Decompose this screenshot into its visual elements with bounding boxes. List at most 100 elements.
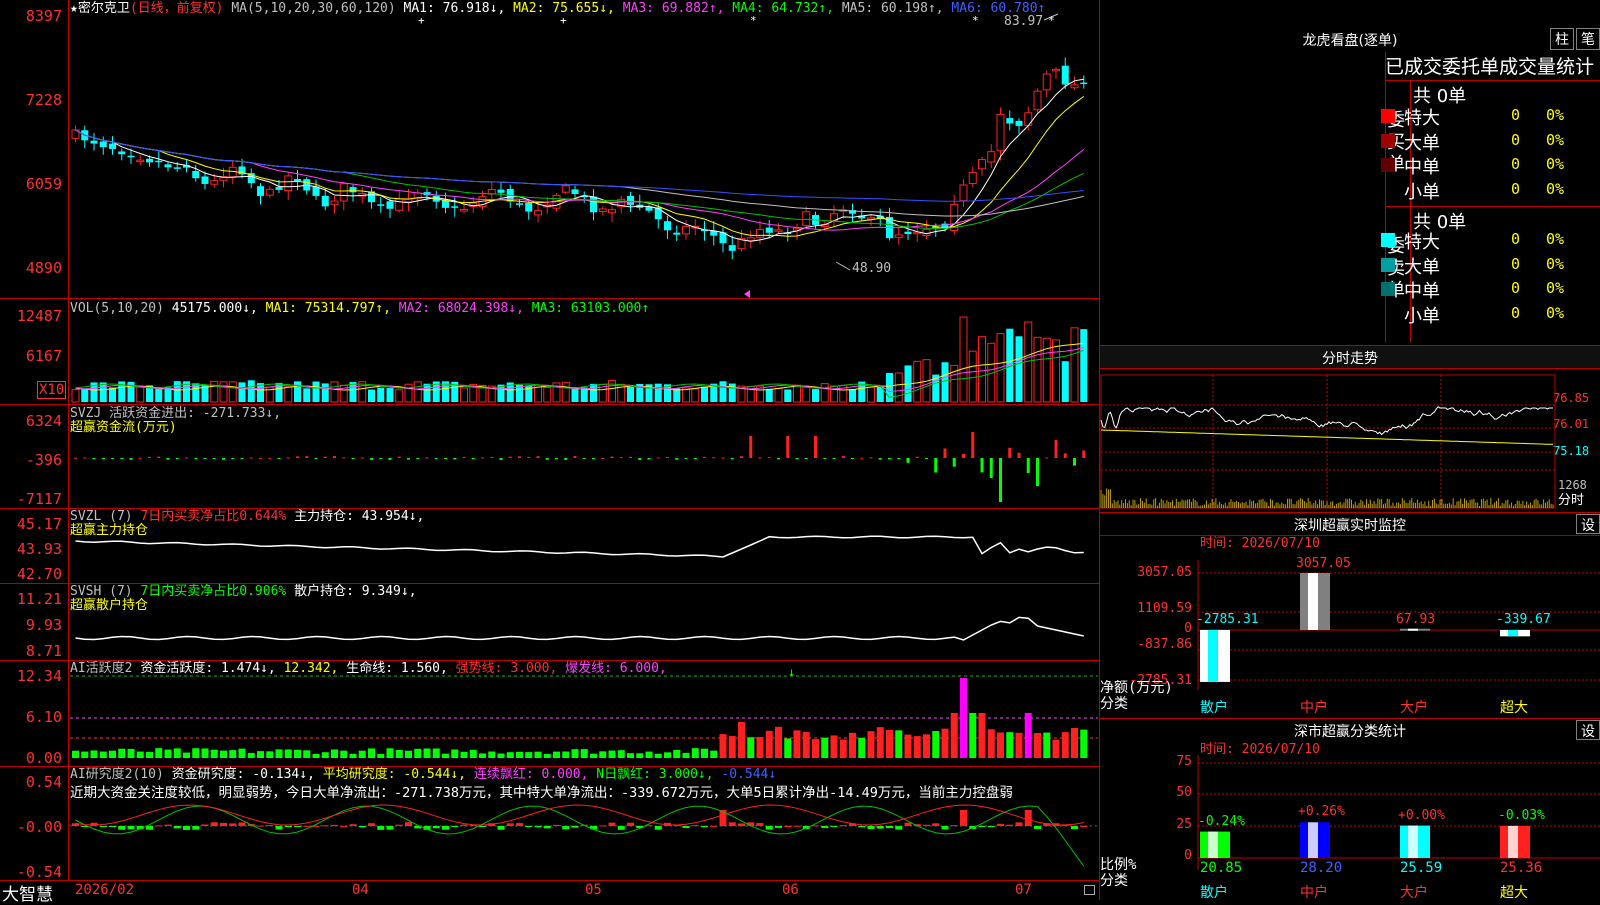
down-arrow-icon: ↓ xyxy=(788,665,795,679)
volume-bar xyxy=(627,386,634,402)
ai2-average: 平均研究度: -0.544↓, xyxy=(322,767,467,782)
vol-title: VOL(5,10,20) xyxy=(70,301,164,316)
candlestick xyxy=(525,200,533,220)
research-bar xyxy=(192,826,200,830)
research-bar xyxy=(99,826,107,828)
research-bar xyxy=(118,826,126,830)
activity-bar xyxy=(590,753,597,758)
volume-bar xyxy=(978,336,986,403)
activity-bar xyxy=(358,750,366,758)
activity-bar xyxy=(645,751,653,758)
candlestick xyxy=(136,155,145,166)
monitor-ylabel: 净额(万元) xyxy=(1100,680,1173,696)
order-count: 0 xyxy=(1511,230,1521,248)
lock-icon[interactable] xyxy=(1084,885,1095,895)
research-bar xyxy=(886,826,893,829)
candlestick xyxy=(377,196,385,213)
tick-mode-button[interactable]: 笔 xyxy=(1576,28,1600,50)
activity-bar xyxy=(830,735,838,758)
candlestick xyxy=(802,206,811,228)
activity-bar xyxy=(442,753,449,758)
activity-bar xyxy=(414,748,422,758)
volume-bar xyxy=(941,362,949,402)
activity-bar xyxy=(562,751,570,758)
candlestick xyxy=(265,186,274,198)
activity-bar xyxy=(72,750,79,758)
activity-bar xyxy=(904,734,912,758)
activity-bar xyxy=(1080,729,1088,758)
candlestick xyxy=(1080,75,1088,89)
ai2-ndays: N日飘红: 3.000↓, xyxy=(596,767,714,782)
research-bar xyxy=(617,826,625,830)
volume-bar xyxy=(210,380,219,403)
average-research-line xyxy=(75,804,1084,826)
fund-flow-bar xyxy=(666,457,669,459)
activity-bar xyxy=(987,729,995,758)
favorite-star-icon[interactable]: ★ xyxy=(70,1,78,16)
activity-bar xyxy=(950,713,958,758)
candlestick xyxy=(701,220,708,241)
fund-flow-bar xyxy=(175,458,179,459)
research-bar xyxy=(793,825,801,827)
candlestick xyxy=(1015,118,1023,134)
activity-bar xyxy=(617,750,625,758)
class-category: 散户 xyxy=(1200,885,1228,901)
fund-flow-bar xyxy=(860,457,864,459)
fund-flow-bar xyxy=(222,458,225,460)
fund-flow-bar xyxy=(296,456,299,458)
fund-flow-bar xyxy=(629,456,632,458)
activity-bar xyxy=(960,678,967,758)
candlestick xyxy=(719,227,727,253)
activity-bar xyxy=(525,752,533,758)
ai1-title: AI活跃度2 xyxy=(70,661,133,676)
activity-bar xyxy=(210,749,218,758)
order-count: 0 xyxy=(1511,130,1521,149)
monitor-axis-3: 0 xyxy=(1184,621,1192,636)
research-bar xyxy=(257,825,264,827)
bar-mode-button[interactable]: 柱 xyxy=(1550,28,1574,50)
research-bar xyxy=(960,810,967,826)
activity-bar xyxy=(136,751,144,758)
research-bar xyxy=(173,826,181,829)
volume-bar xyxy=(1033,336,1042,403)
order-type-label: 特大 xyxy=(1404,108,1440,129)
intraday-axis-1: 76.85 xyxy=(1553,391,1590,405)
class-settings-button[interactable]: 设 xyxy=(1576,720,1600,740)
fund-flow-bar xyxy=(1045,457,1049,459)
fund-flow-bar xyxy=(453,458,457,460)
date-axis-line xyxy=(0,880,1100,881)
activity-bar xyxy=(294,749,301,758)
class-axis-3: 25 xyxy=(1176,817,1192,832)
activity-bar xyxy=(710,750,718,758)
kline-chart-area[interactable]: + + * * * ↓ ★密尔克卫(日线，前复权) MA(5,10,20,30,60,12… xyxy=(0,0,1100,905)
fund-flow-bar xyxy=(638,458,642,460)
monitor-settings-button[interactable]: 设 xyxy=(1576,514,1600,534)
activity-bar xyxy=(220,750,227,758)
activity-bar xyxy=(192,748,200,758)
svzl-header: SVZL (7) 7日内买卖净占比0.644% 主力持仓: 43.954↓, xyxy=(70,510,424,524)
monitor-xlabel: 分类 xyxy=(1100,696,1128,712)
volume-bar xyxy=(173,381,181,402)
fund-flow-bar xyxy=(231,458,235,459)
fund-flow-bar xyxy=(555,458,558,460)
date-label: 06 xyxy=(782,882,799,898)
activity-bar xyxy=(664,752,671,758)
research-bar xyxy=(784,825,792,827)
activity-bar xyxy=(460,751,468,758)
research-bar xyxy=(923,824,930,826)
intraday-axis-3: 75.18 xyxy=(1553,444,1590,458)
research-bar xyxy=(395,824,403,826)
volume-bar xyxy=(719,381,727,402)
svzj-subtitle: 超赢资金流(万元) xyxy=(70,420,177,435)
activity-bar xyxy=(1006,732,1014,758)
event-marker: * xyxy=(1048,14,1055,27)
activity-bar xyxy=(812,739,819,758)
brand-logo[interactable]: 大智慧 xyxy=(2,880,53,905)
fund-flow-bar xyxy=(804,458,808,459)
divider xyxy=(0,298,1100,299)
volume-bar xyxy=(99,382,107,402)
fund-flow-bar xyxy=(647,458,651,460)
fund-flow-bar xyxy=(777,458,780,460)
activity-bar xyxy=(701,748,708,758)
volume-bar xyxy=(423,383,431,402)
